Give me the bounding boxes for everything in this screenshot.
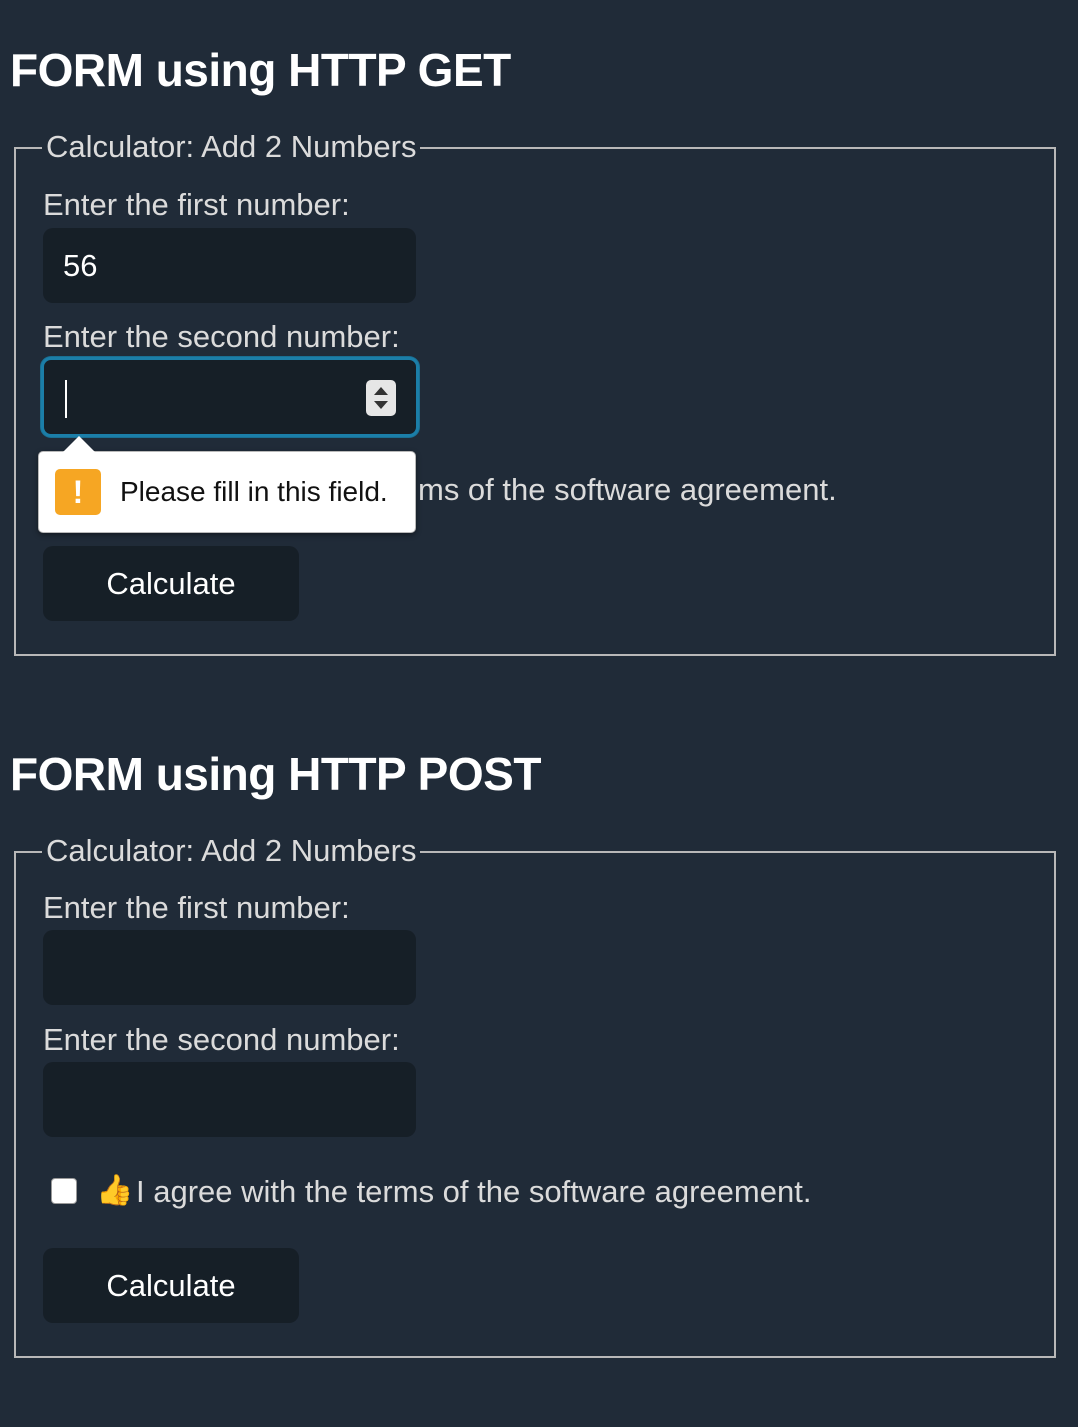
number-spinner[interactable] [366, 380, 396, 416]
get-form-heading: FORM using HTTP GET [10, 44, 511, 96]
validation-message: Please fill in this field. [120, 476, 388, 507]
validation-tooltip: ! Please fill in this field. [38, 436, 416, 533]
get-agree-text-partial: ms of the software agreement. [418, 472, 837, 507]
get-first-number-input[interactable]: 56 [43, 228, 416, 303]
get-form-legend: Calculator: Add 2 Numbers [42, 129, 421, 165]
get-form-fieldset: Calculator: Add 2 Numbers Enter the firs… [14, 129, 1056, 656]
post-second-number-input[interactable] [43, 1062, 416, 1137]
thumbs-up-icon: 👍 [96, 1174, 134, 1207]
agree-checkbox[interactable] [51, 1178, 77, 1204]
get-second-number-label: Enter the second number: [43, 319, 400, 354]
post-form-legend: Calculator: Add 2 Numbers [42, 833, 421, 869]
get-calculate-button[interactable]: Calculate [43, 546, 299, 621]
page: FORM using HTTP GET Calculator: Add 2 Nu… [0, 0, 1078, 1427]
text-caret [65, 380, 67, 418]
post-first-number-label: Enter the first number: [43, 890, 350, 925]
post-agree-text: I agree with the terms of the software a… [136, 1174, 812, 1209]
tooltip-arrow [63, 436, 95, 452]
spinner-down-icon[interactable] [374, 401, 388, 409]
post-form-heading: FORM using HTTP POST [10, 748, 541, 800]
spinner-up-icon[interactable] [374, 387, 388, 395]
post-first-number-input[interactable] [43, 930, 416, 1005]
post-calculate-button[interactable]: Calculate [43, 1248, 299, 1323]
post-form-fieldset: Calculator: Add 2 Numbers Enter the firs… [14, 833, 1056, 1358]
get-second-number-input[interactable] [41, 357, 419, 437]
warning-icon: ! [55, 469, 101, 515]
get-first-number-label: Enter the first number: [43, 187, 350, 222]
post-second-number-label: Enter the second number: [43, 1022, 400, 1057]
